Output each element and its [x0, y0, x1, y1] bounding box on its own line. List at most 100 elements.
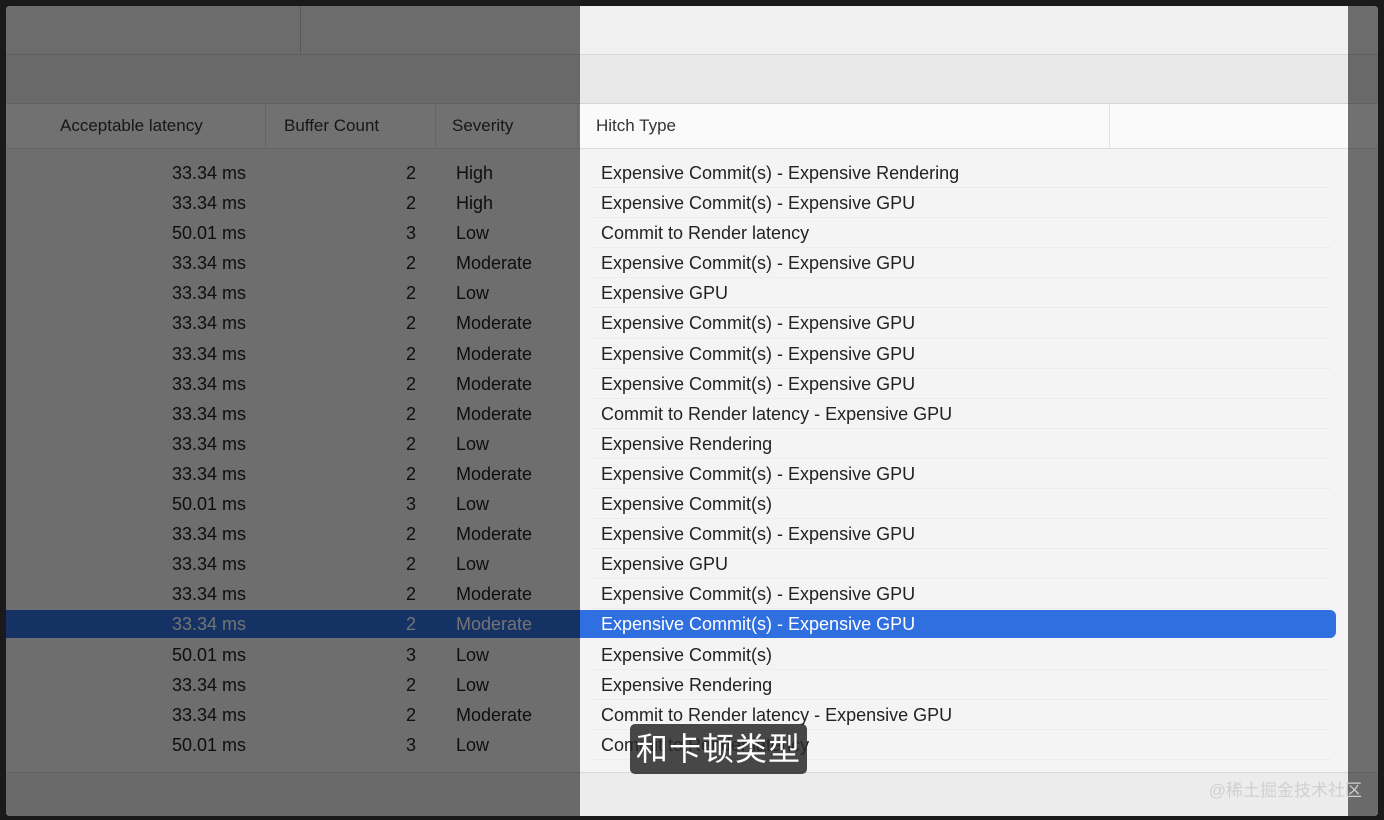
table-row[interactable]: ns 33.34 ms 2 Moderate Expensive Commit(s) -…	[6, 308, 1378, 339]
cell-acceptable-latency: 33.34 ms	[171, 283, 246, 304]
cell-hitch-type: Expensive Rendering	[601, 674, 773, 695]
cell-buffer-count: 2	[405, 554, 416, 575]
cell-unit: ns	[6, 640, 24, 670]
cell-severity: High	[456, 163, 494, 183]
cell-acceptable-latency: 33.34 ms	[171, 674, 246, 695]
cell-hitch-type: Expensive GPU	[601, 283, 729, 304]
cell-acceptable-latency: 33.34 ms	[171, 253, 246, 274]
cell-acceptable-latency: 33.34 ms	[171, 524, 246, 545]
hitch-table-body: ns 33.34 ms 2 High Expensive Commit(s) - Exp…	[6, 158, 1378, 760]
cell-severity: Moderate	[456, 253, 533, 274]
cell-acceptable-latency: 50.01 ms	[171, 494, 246, 515]
cell-acceptable-latency: 33.34 ms	[171, 193, 246, 214]
cell-buffer-count: 2	[405, 433, 416, 454]
cell-severity: Moderate	[456, 313, 533, 334]
cell-unit: ns	[6, 339, 24, 369]
column-header-buffer-count[interactable]: Buffer Count	[274, 104, 436, 148]
cell-severity: Low	[456, 554, 490, 575]
cell-acceptable-latency: 33.34 ms	[171, 343, 246, 364]
cell-hitch-type: Expensive Commit(s) - Expensive GPU	[601, 313, 916, 334]
table-row[interactable]: ns 33.34 ms 2 High Expensive Commit(s) - Exp…	[6, 158, 1378, 189]
instruments-window: Acceptable latency Buffer Count Severity…	[6, 6, 1378, 816]
table-row[interactable]: ns 33.34 ms 2 Low Expensive GPU	[6, 549, 1378, 580]
cell-acceptable-latency: 50.01 ms	[171, 223, 246, 244]
cell-severity: Moderate	[456, 524, 533, 545]
bottom-bar	[6, 772, 1378, 816]
table-row[interactable]: ns 33.34 ms 2 Moderate Expensive Commit(s) -…	[6, 339, 1378, 369]
cell-severity: Low	[456, 644, 490, 665]
toolbar-divider	[300, 6, 301, 54]
table-header: Acceptable latency Buffer Count Severity…	[6, 104, 1378, 149]
cell-severity: Low	[456, 674, 490, 695]
cell-severity: Low	[456, 283, 490, 304]
table-row[interactable]: ns 33.34 ms 2 Moderate Expensive Commit(s) -…	[6, 369, 1378, 399]
cell-buffer-count: 2	[405, 373, 416, 394]
cell-buffer-count: 2	[405, 463, 416, 484]
table-row[interactable]: ns 33.34 ms 2 Moderate Expensive Commit(s) -…	[6, 519, 1378, 550]
cell-unit: ns	[6, 308, 24, 338]
cell-unit: ns	[6, 670, 24, 700]
cell-buffer-count: 2	[405, 403, 416, 424]
secondary-toolbar	[6, 55, 1378, 104]
cell-hitch-type: Expensive Commit(s) - Expensive GPU	[601, 253, 916, 274]
cell-hitch-type: Expensive Commit(s) - Expensive GPU	[601, 614, 916, 635]
cell-hitch-type: Expensive Rendering	[601, 433, 773, 454]
cell-unit: ns	[6, 399, 24, 429]
cell-buffer-count: 2	[405, 253, 416, 274]
table-row[interactable]: ns 33.34 ms 2 Low Expensive Rendering	[6, 670, 1378, 700]
cell-severity: Low	[456, 494, 490, 515]
cell-unit: ns	[6, 700, 24, 730]
cell-hitch-type: Expensive Commit(s) - Expensive GPU	[601, 463, 916, 484]
cell-acceptable-latency: 33.34 ms	[171, 403, 246, 424]
table-row[interactable]: ns 50.01 ms 3 Low Expensive Commit(s)	[6, 640, 1378, 670]
cell-hitch-type: Expensive Commit(s) - Expensive GPU	[601, 373, 916, 394]
cell-acceptable-latency: 33.34 ms	[171, 704, 246, 725]
cell-buffer-count: 3	[405, 734, 416, 755]
cell-buffer-count: 2	[405, 674, 416, 695]
cell-acceptable-latency: 50.01 ms	[171, 644, 246, 665]
cell-hitch-type: Expensive Commit(s) - Expensive Renderin…	[601, 163, 960, 183]
cell-severity: Moderate	[456, 463, 533, 484]
cell-severity: Low	[456, 734, 490, 755]
cell-acceptable-latency: 33.34 ms	[171, 163, 246, 183]
cell-unit: ns	[6, 218, 24, 248]
cell-buffer-count: 3	[405, 494, 416, 515]
cell-unit: ns	[6, 248, 24, 278]
table-row[interactable]: ns 33.34 ms 2 Low Expensive GPU	[6, 278, 1378, 309]
cell-severity: Moderate	[456, 584, 533, 605]
cell-severity: High	[456, 193, 494, 214]
table-row[interactable]: ns 33.34 ms 2 Moderate Expensive Commit(s) -…	[6, 459, 1378, 490]
cell-buffer-count: 2	[405, 584, 416, 605]
table-row[interactable]: ns 33.34 ms 2 Moderate Commit to Render late…	[6, 399, 1378, 429]
cell-acceptable-latency: 33.34 ms	[171, 373, 246, 394]
cell-unit: ns	[6, 429, 24, 459]
cell-acceptable-latency: 33.34 ms	[171, 614, 246, 635]
column-header-acceptable-latency[interactable]: Acceptable latency	[50, 104, 266, 148]
cell-buffer-count: 2	[405, 283, 416, 304]
cell-hitch-type: Expensive Commit(s) - Expensive GPU	[601, 584, 916, 605]
watermark: @稀土掘金技术社区	[1208, 781, 1362, 800]
cell-unit: ns	[6, 489, 24, 519]
table-row[interactable]: ns 33.34 ms 2 Low Expensive Rendering	[6, 429, 1378, 459]
table-row[interactable]: ns 50.01 ms 3 Low Commit to Render latency	[6, 218, 1378, 249]
column-header-hitch-type[interactable]: Hitch Type	[586, 104, 1110, 148]
cell-severity: Low	[456, 433, 490, 454]
cell-unit: ns	[6, 158, 24, 188]
cell-severity: Moderate	[456, 614, 533, 635]
table-row[interactable]: ns 33.34 ms 2 Moderate Expensive Commit(s) -…	[6, 248, 1378, 279]
cell-hitch-type: Expensive GPU	[601, 554, 729, 575]
cell-buffer-count: 2	[405, 163, 416, 183]
table-row[interactable]: ns 33.34 ms 2 Moderate Expensive Commit(s) -…	[6, 609, 1378, 639]
video-subtitle: 和卡顿类型	[630, 724, 808, 774]
cell-buffer-count: 2	[405, 313, 416, 334]
cell-unit: ns	[6, 579, 24, 609]
cell-buffer-count: 2	[405, 343, 416, 364]
table-row[interactable]: ns 33.34 ms 2 High Expensive Commit(s) - Exp…	[6, 188, 1378, 219]
cell-severity: Moderate	[456, 343, 533, 364]
table-row[interactable]: ns 33.34 ms 2 Moderate Expensive Commit(s) -…	[6, 579, 1378, 610]
cell-severity: Moderate	[456, 373, 533, 394]
cell-hitch-type: Expensive Commit(s) - Expensive GPU	[601, 193, 916, 214]
cell-acceptable-latency: 33.34 ms	[171, 313, 246, 334]
table-row[interactable]: ns 50.01 ms 3 Low Expensive Commit(s)	[6, 489, 1378, 520]
column-header-severity[interactable]: Severity	[442, 104, 578, 148]
